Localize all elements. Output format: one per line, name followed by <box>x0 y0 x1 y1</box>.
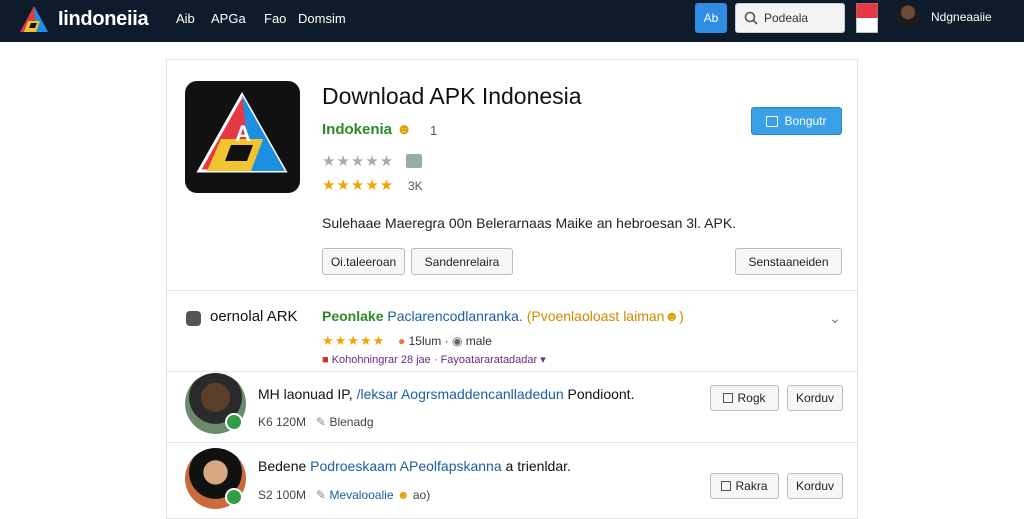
flag-icon[interactable] <box>856 3 878 33</box>
search-placeholder: Podeala <box>764 11 809 25</box>
review-text: Bedene Podroeskaam APeolfapskanna a trie… <box>258 458 571 474</box>
section-icon <box>186 311 201 326</box>
download-icon <box>766 115 779 127</box>
review-text: MH laonuad IP, /leksar Aogrsmaddencanlla… <box>258 386 635 402</box>
action-button-1[interactable]: Oi.taleeroan <box>322 248 405 275</box>
app-logo-icon[interactable] <box>18 4 50 36</box>
section-title: oernolal ARK <box>210 308 298 325</box>
section-headline: Peonlake Paclarencodlanranka. (Pvoenlaol… <box>322 308 684 324</box>
user-avatar[interactable] <box>896 4 920 28</box>
divider <box>167 442 857 443</box>
install-button[interactable]: Bongutr <box>751 107 842 135</box>
svg-text:A: A <box>235 121 251 146</box>
section-subline[interactable]: ■ Kohohningrar 28 jae · Fayoatararatadad… <box>322 353 546 366</box>
review-meta: K6 120M ✎ Blenadg <box>258 415 374 429</box>
app-title: Download APK Indonesia <box>322 83 582 109</box>
divider <box>167 371 857 372</box>
divider <box>167 290 857 291</box>
nav-link-2[interactable]: APGa <box>211 11 246 26</box>
developer-count: 1 <box>430 123 438 138</box>
top-navigation-bar: Iindoneiia Aib APGa Fao Domsim Ab Podeal… <box>0 0 1024 42</box>
action-button-2[interactable]: Sandenrelaira <box>411 248 513 275</box>
brand-name[interactable]: Iindoneiia <box>58 8 149 31</box>
review-meta: S2 100M ✎ Mevalooalie ☻ ao) <box>258 488 431 502</box>
app-icon: A <box>185 81 300 193</box>
user-name[interactable]: Ndgneaaiie <box>931 10 992 24</box>
screenshot-icon[interactable] <box>406 154 422 168</box>
app-logo-large-icon: A <box>196 91 288 173</box>
action-button-3[interactable]: Senstaaneiden <box>735 248 842 275</box>
app-description: Sulehaae Maeregra 00n Belerarnaas Maike … <box>322 215 737 231</box>
nav-link-3[interactable]: Fao <box>264 11 286 26</box>
verified-badge-icon <box>225 413 243 431</box>
search-icon <box>744 11 758 25</box>
section-rating-stars: ★★★★★ <box>322 333 386 348</box>
review-action-button[interactable]: Korduv <box>787 385 843 411</box>
language-button[interactable]: Ab <box>695 3 727 33</box>
review-reply-button[interactable]: Rakra <box>710 473 779 499</box>
review-action-button[interactable]: Korduv <box>787 473 843 499</box>
nav-link-4[interactable]: Domsim <box>298 11 346 26</box>
rating-count: 3K <box>408 179 423 193</box>
developer-name[interactable]: Indokenia ☻ <box>322 121 412 138</box>
review-reply-button[interactable]: Rogk <box>710 385 779 411</box>
rating-stars: ★★★★★ <box>322 177 395 194</box>
rating-stars-empty: ★★★★★ <box>322 153 395 170</box>
chevron-down-icon[interactable]: ⌄ <box>829 310 841 327</box>
search-input[interactable]: Podeala <box>735 3 845 33</box>
verified-badge-icon <box>225 488 243 506</box>
nav-link-1[interactable]: Aib <box>176 11 195 26</box>
section-meta: ● 15lum · ◉ male <box>398 334 492 348</box>
